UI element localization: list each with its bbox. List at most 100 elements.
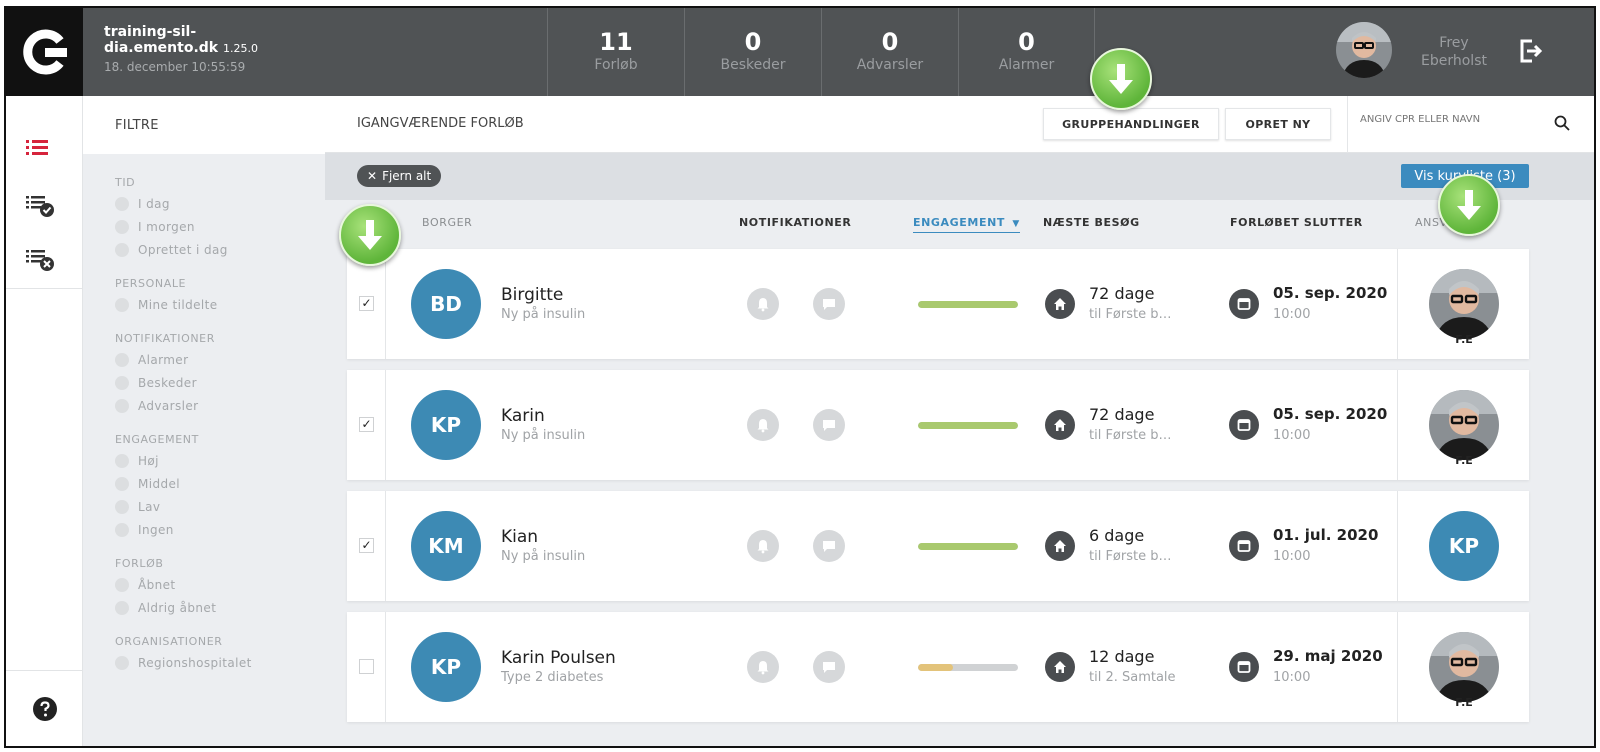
filter-option[interactable]: Beskeder [115,371,325,394]
col-header-engagement[interactable]: ENGAGEMENT ▼ [913,216,1020,233]
bell-icon[interactable] [747,288,779,320]
stat-advarsler[interactable]: 0 Advarsler [821,8,958,96]
responsible-avatar[interactable] [1429,390,1499,460]
stat-forloeb[interactable]: 11 Forløb [547,8,684,96]
filter-option[interactable]: Åbnet [115,573,325,596]
message-icon[interactable] [813,288,845,320]
row-checkbox[interactable]: ✓ [359,296,374,311]
filter-option[interactable]: Aldrig åbnet [115,596,325,619]
radio-icon[interactable] [115,499,129,514]
radio-icon[interactable] [115,375,129,390]
filter-option-label: Oprettet i dag [138,242,228,257]
patient-avatar[interactable]: BD [411,269,481,339]
nav-list-cancelled[interactable] [26,248,56,276]
nav-list-completed[interactable] [26,194,56,222]
search-input[interactable] [1360,114,1550,125]
engagement-bar [918,301,1018,308]
calendar-icon [1229,652,1259,682]
filter-group-title: PERSONALE [115,277,187,290]
radio-icon[interactable] [115,398,129,413]
filter-option[interactable]: Høj [115,449,325,472]
group-actions-button[interactable]: GRUPPEHANDLINGER [1043,108,1219,140]
patient-name[interactable]: Kian [501,527,538,547]
search-icon[interactable] [1554,115,1570,135]
table-row[interactable]: ✓ KP Karin Ny på insulin 72 dage til Første b… [347,370,1529,480]
row-divider [1397,491,1398,601]
filter-option[interactable]: Ingen [115,518,325,541]
filter-option-label: Alarmer [138,352,189,367]
datetime-label: 18. december 10:55:59 [104,60,246,74]
filter-option[interactable]: Mine tildelte [115,293,325,316]
user-name[interactable]: Frey Eberholst [1404,34,1504,70]
filter-option[interactable]: I morgen [115,215,325,238]
radio-icon[interactable] [115,297,129,312]
help-button[interactable] [6,670,83,746]
responsible-avatar[interactable] [1429,632,1499,702]
row-divider [385,370,386,480]
stat-label: Forløb [594,57,638,73]
stat-label: Alarmer [998,57,1055,73]
filter-option[interactable]: Middel [115,472,325,495]
message-icon[interactable] [813,651,845,683]
sort-down-icon: ▼ [1012,219,1020,229]
bell-icon[interactable] [747,409,779,441]
row-checkbox[interactable]: ✓ [359,417,374,432]
radio-icon[interactable] [115,196,129,211]
filter-option[interactable]: Alarmer [115,348,325,371]
radio-icon[interactable] [115,655,129,670]
filter-option[interactable]: Lav [115,495,325,518]
radio-icon[interactable] [115,453,129,468]
logout-button[interactable] [1518,38,1544,68]
filter-option[interactable]: Regionshospitalet [115,651,325,674]
filter-option[interactable]: Oprettet i dag [115,238,325,261]
calendar-icon [1229,531,1259,561]
filter-option[interactable]: Advarsler [115,394,325,417]
patient-avatar[interactable]: KP [411,632,481,702]
col-header-borger[interactable]: BORGER [422,216,472,229]
filter-option[interactable]: I dag [115,192,325,215]
radio-icon[interactable] [115,522,129,537]
user-avatar[interactable] [1336,22,1392,78]
message-icon[interactable] [813,409,845,441]
message-icon[interactable] [813,530,845,562]
emento-logo[interactable] [6,8,83,96]
col-header-forloebet-slutter[interactable]: FORLØBET SLUTTER [1230,216,1363,229]
table-row[interactable]: KP Karin Poulsen Type 2 diabetes 12 dage til… [347,612,1529,722]
row-checkbox[interactable]: ✓ [359,538,374,553]
patient-avatar[interactable]: KM [411,511,481,581]
row-checkbox[interactable] [359,659,374,674]
radio-icon[interactable] [115,352,129,367]
col-header-naeste-besoeg[interactable]: NÆSTE BESØG [1043,216,1140,229]
stat-beskeder[interactable]: 0 Beskeder [684,8,821,96]
table-row[interactable]: ✓ BD Birgitte Ny på insulin 72 dage til Først… [347,249,1529,359]
patient-name[interactable]: Karin [501,406,545,426]
engagement-fill [918,422,1018,429]
filter-option-label: Åbnet [138,577,176,592]
clear-all-chip[interactable]: ✕ Fjern alt [357,165,442,187]
filter-option-label: I dag [138,196,170,211]
calendar-icon [1229,289,1259,319]
bell-icon[interactable] [747,530,779,562]
filter-group: ENGAGEMENT Høj Middel Lav Ingen [83,433,325,541]
stat-alarmer[interactable]: 0 Alarmer [958,8,1095,96]
create-new-button[interactable]: OPRET NY [1225,108,1331,140]
radio-icon[interactable] [115,600,129,615]
radio-icon[interactable] [115,242,129,257]
patient-avatar[interactable]: KP [411,390,481,460]
nav-list-active[interactable] [26,138,50,162]
responsible-avatar[interactable]: KP [1429,511,1499,581]
responsible-avatar[interactable] [1429,269,1499,339]
engagement-fill [918,543,1018,550]
table-row[interactable]: ✓ KM Kian Ny på insulin 6 dage til Første b… 0… [347,491,1529,601]
col-header-notifikationer[interactable]: NOTIFIKATIONER [739,216,851,229]
radio-icon[interactable] [115,476,129,491]
patient-name[interactable]: Karin Poulsen [501,648,616,668]
active-filter-bar: ✕ Fjern alt Vis kurvliste (3) [325,153,1594,200]
responsible-initials: F.E [1455,696,1473,709]
radio-icon[interactable] [115,577,129,592]
radio-icon[interactable] [115,219,129,234]
bell-icon[interactable] [747,651,779,683]
patient-name[interactable]: Birgitte [501,285,563,305]
row-divider [385,612,386,722]
col-header-engagement-label: ENGAGEMENT [913,216,1005,229]
